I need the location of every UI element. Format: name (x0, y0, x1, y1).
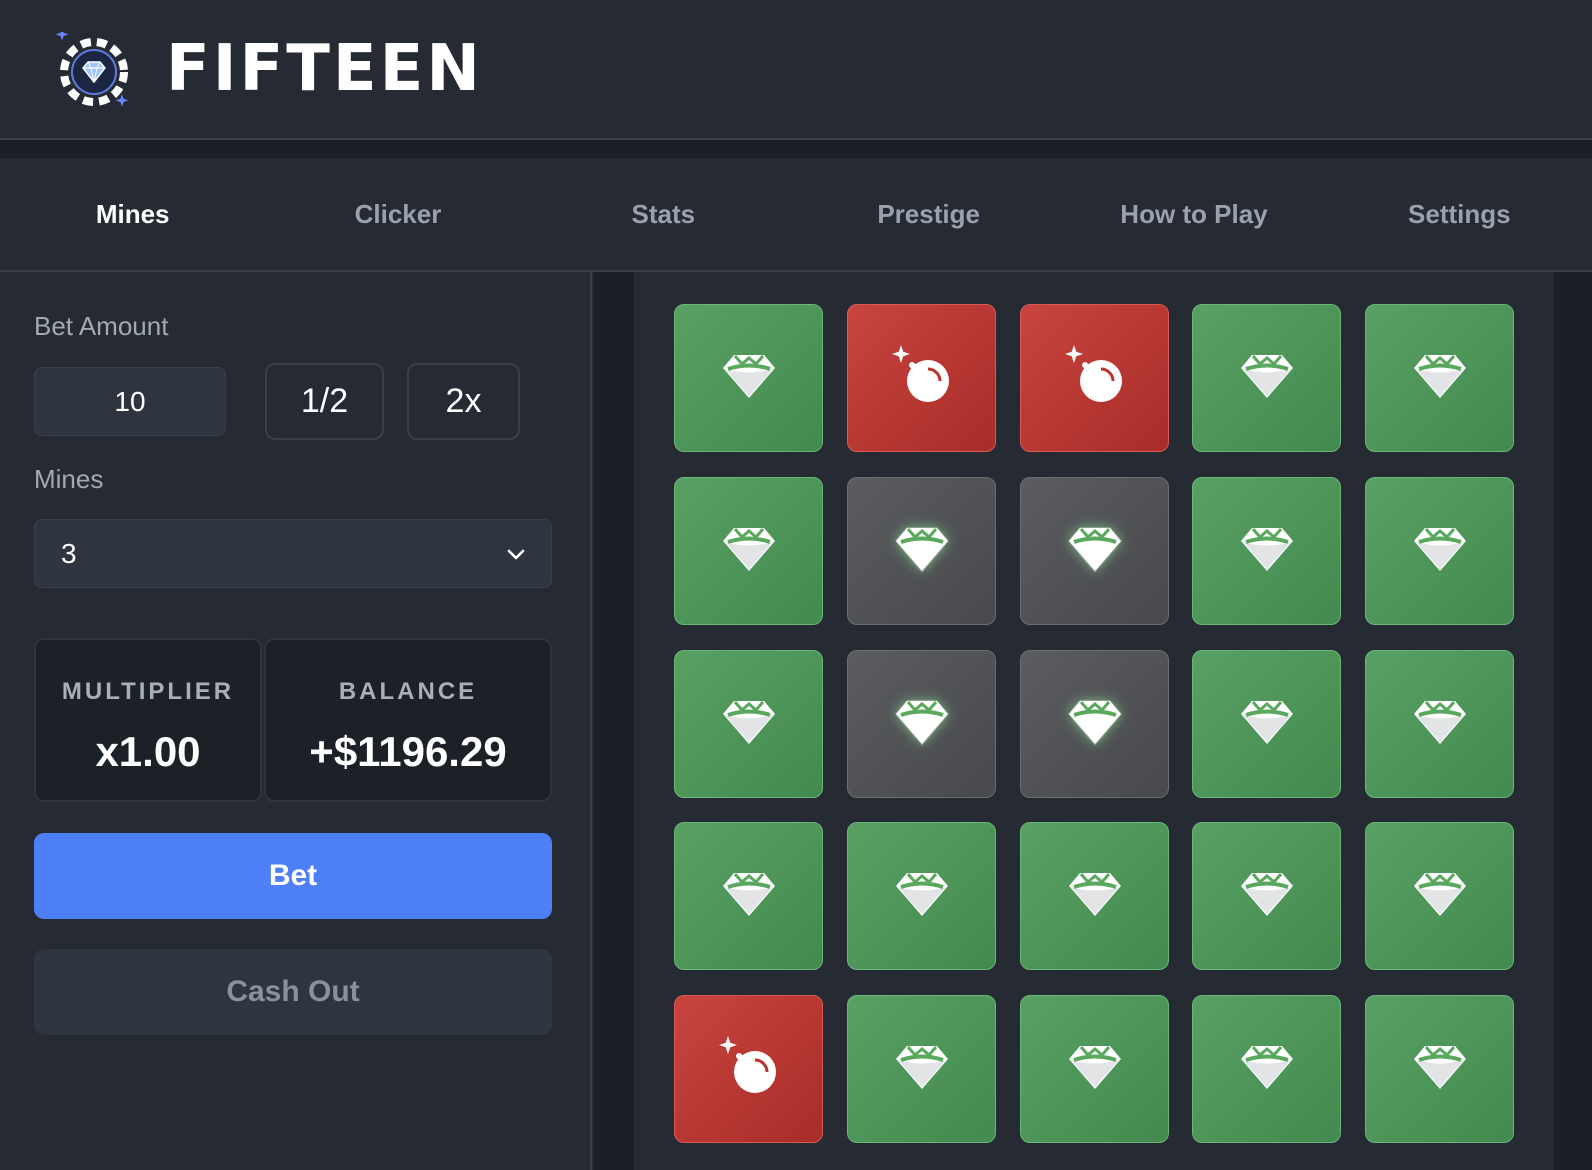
diamond-icon (1411, 868, 1469, 925)
diamond-icon (1411, 696, 1469, 753)
tile-gem-r4c4[interactable] (1192, 822, 1341, 970)
diamond-icon (1238, 868, 1296, 925)
cash-out-button[interactable]: Cash Out (34, 949, 552, 1035)
balance-box: BALANCE +$1196.29 (264, 638, 552, 802)
tile-gem-r4c1[interactable] (674, 822, 823, 970)
multiplier-title: MULTIPLIER (61, 678, 235, 705)
diamond-icon (1238, 1041, 1296, 1098)
mines-select[interactable]: 3 (34, 519, 552, 588)
half-bet-button[interactable]: 1/2 (265, 363, 384, 440)
tile-gem-r4c2[interactable] (847, 822, 996, 970)
tab-how-to-play[interactable]: How to Play (1061, 158, 1326, 270)
tab-mines[interactable]: Mines (0, 158, 265, 270)
diamond-icon (720, 523, 778, 580)
double-bet-button[interactable]: 2x (407, 363, 520, 440)
tab-bar: Mines Clicker Stats Prestige How to Play… (0, 158, 1592, 272)
chevron-down-icon (507, 549, 525, 559)
app-header: FIFTEEN (0, 0, 1592, 138)
mines-select-value: 3 (61, 537, 77, 569)
tile-mine-r1c3[interactable] (1020, 304, 1169, 452)
bet-amount-input[interactable]: 10 (34, 367, 226, 436)
balance-value: +$1196.29 (309, 728, 507, 775)
tile-gem-r5c4[interactable] (1192, 995, 1341, 1143)
diamond-icon (1066, 696, 1124, 753)
diamond-icon (1238, 696, 1296, 753)
tile-mine-r1c2[interactable] (847, 304, 996, 452)
tab-clicker[interactable]: Clicker (265, 158, 530, 270)
bomb-icon (715, 1035, 783, 1103)
mines-board (634, 272, 1554, 1170)
tile-revealed-r2c3[interactable] (1020, 477, 1169, 625)
tile-mine-r5c1[interactable] (674, 995, 823, 1143)
diamond-icon (1411, 350, 1469, 407)
tile-gem-r1c5[interactable] (1365, 304, 1514, 452)
tab-settings[interactable]: Settings (1327, 158, 1592, 270)
diamond-icon (1238, 523, 1296, 580)
tile-gem-r2c5[interactable] (1365, 477, 1514, 625)
bomb-icon (888, 344, 956, 412)
tile-gem-r5c2[interactable] (847, 995, 996, 1143)
tile-gem-r3c1[interactable] (674, 650, 823, 798)
tile-gem-r5c5[interactable] (1365, 995, 1514, 1143)
diamond-icon (1238, 350, 1296, 407)
board-gutter-right (1554, 272, 1592, 1170)
bomb-icon (1061, 344, 1129, 412)
diamond-icon (1411, 1041, 1469, 1098)
tile-gem-r1c1[interactable] (674, 304, 823, 452)
diamond-icon (720, 868, 778, 925)
diamond-icon (720, 350, 778, 407)
tab-stats[interactable]: Stats (531, 158, 796, 270)
multiplier-value: x1.00 (95, 728, 201, 775)
diamond-icon (1411, 523, 1469, 580)
tab-prestige[interactable]: Prestige (796, 158, 1061, 270)
bet-amount-label: Bet Amount (34, 311, 169, 341)
diamond-icon (1066, 523, 1124, 580)
diamond-icon (893, 696, 951, 753)
tile-gem-r5c3[interactable] (1020, 995, 1169, 1143)
bet-button[interactable]: Bet (34, 833, 552, 919)
tile-revealed-r3c3[interactable] (1020, 650, 1169, 798)
diamond-icon (893, 523, 951, 580)
app-title: FIFTEEN (166, 32, 483, 106)
board-gutter-left (594, 272, 634, 1170)
diamond-chip-logo-icon (54, 28, 134, 112)
tile-gem-r4c3[interactable] (1020, 822, 1169, 970)
multiplier-box: MULTIPLIER x1.00 (34, 638, 262, 802)
tile-gem-r1c4[interactable] (1192, 304, 1341, 452)
balance-title: BALANCE (338, 678, 478, 705)
tile-revealed-r3c2[interactable] (847, 650, 996, 798)
tile-gem-r2c1[interactable] (674, 477, 823, 625)
tile-gem-r4c5[interactable] (1365, 822, 1514, 970)
diamond-icon (893, 868, 951, 925)
diamond-icon (1066, 1041, 1124, 1098)
tile-gem-r3c4[interactable] (1192, 650, 1341, 798)
tile-gem-r3c5[interactable] (1365, 650, 1514, 798)
diamond-icon (893, 1041, 951, 1098)
tile-gem-r2c4[interactable] (1192, 477, 1341, 625)
diamond-icon (1066, 868, 1124, 925)
mines-label: Mines (34, 464, 104, 494)
diamond-icon (720, 696, 778, 753)
header-gap (0, 140, 1592, 158)
tile-revealed-r2c2[interactable] (847, 477, 996, 625)
